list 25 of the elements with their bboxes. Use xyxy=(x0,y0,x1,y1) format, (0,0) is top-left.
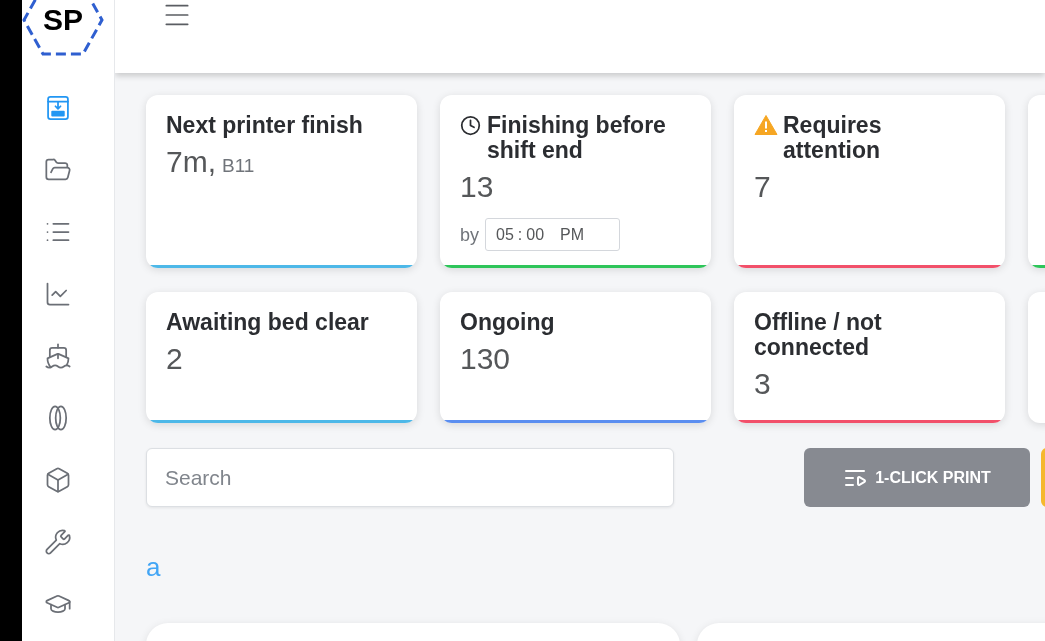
boat-icon xyxy=(44,342,72,370)
card-value: 7 xyxy=(754,170,771,204)
by-label: by xyxy=(460,223,479,246)
wrench-icon xyxy=(44,528,72,556)
printer-icon xyxy=(44,94,72,122)
card-detail: B11 xyxy=(222,155,255,177)
card-title: Next printer finish xyxy=(166,113,364,138)
warning-icon xyxy=(754,114,778,136)
cube-icon xyxy=(44,466,72,494)
time-field[interactable]: 05 : 00 PM xyxy=(485,218,620,251)
search-field[interactable]: Search xyxy=(146,448,674,507)
card-value: 130 xyxy=(460,342,511,376)
card-value: 13 xyxy=(460,170,494,204)
card-title: Requires attention xyxy=(783,113,883,163)
card-title: Ongoing xyxy=(460,310,556,335)
card-value: 3 xyxy=(754,367,771,401)
card-title: Finishing before shift end xyxy=(487,113,667,163)
card-value: 7m, xyxy=(166,145,216,179)
card-title: Awaiting bed clear xyxy=(166,310,370,335)
clock-icon xyxy=(460,115,481,136)
link[interactable]: a xyxy=(146,552,161,582)
card-title: Offline / not connected xyxy=(754,310,883,360)
logo: SP xyxy=(22,0,104,56)
card-value: 2 xyxy=(166,342,183,376)
line-chart-icon xyxy=(44,280,72,308)
